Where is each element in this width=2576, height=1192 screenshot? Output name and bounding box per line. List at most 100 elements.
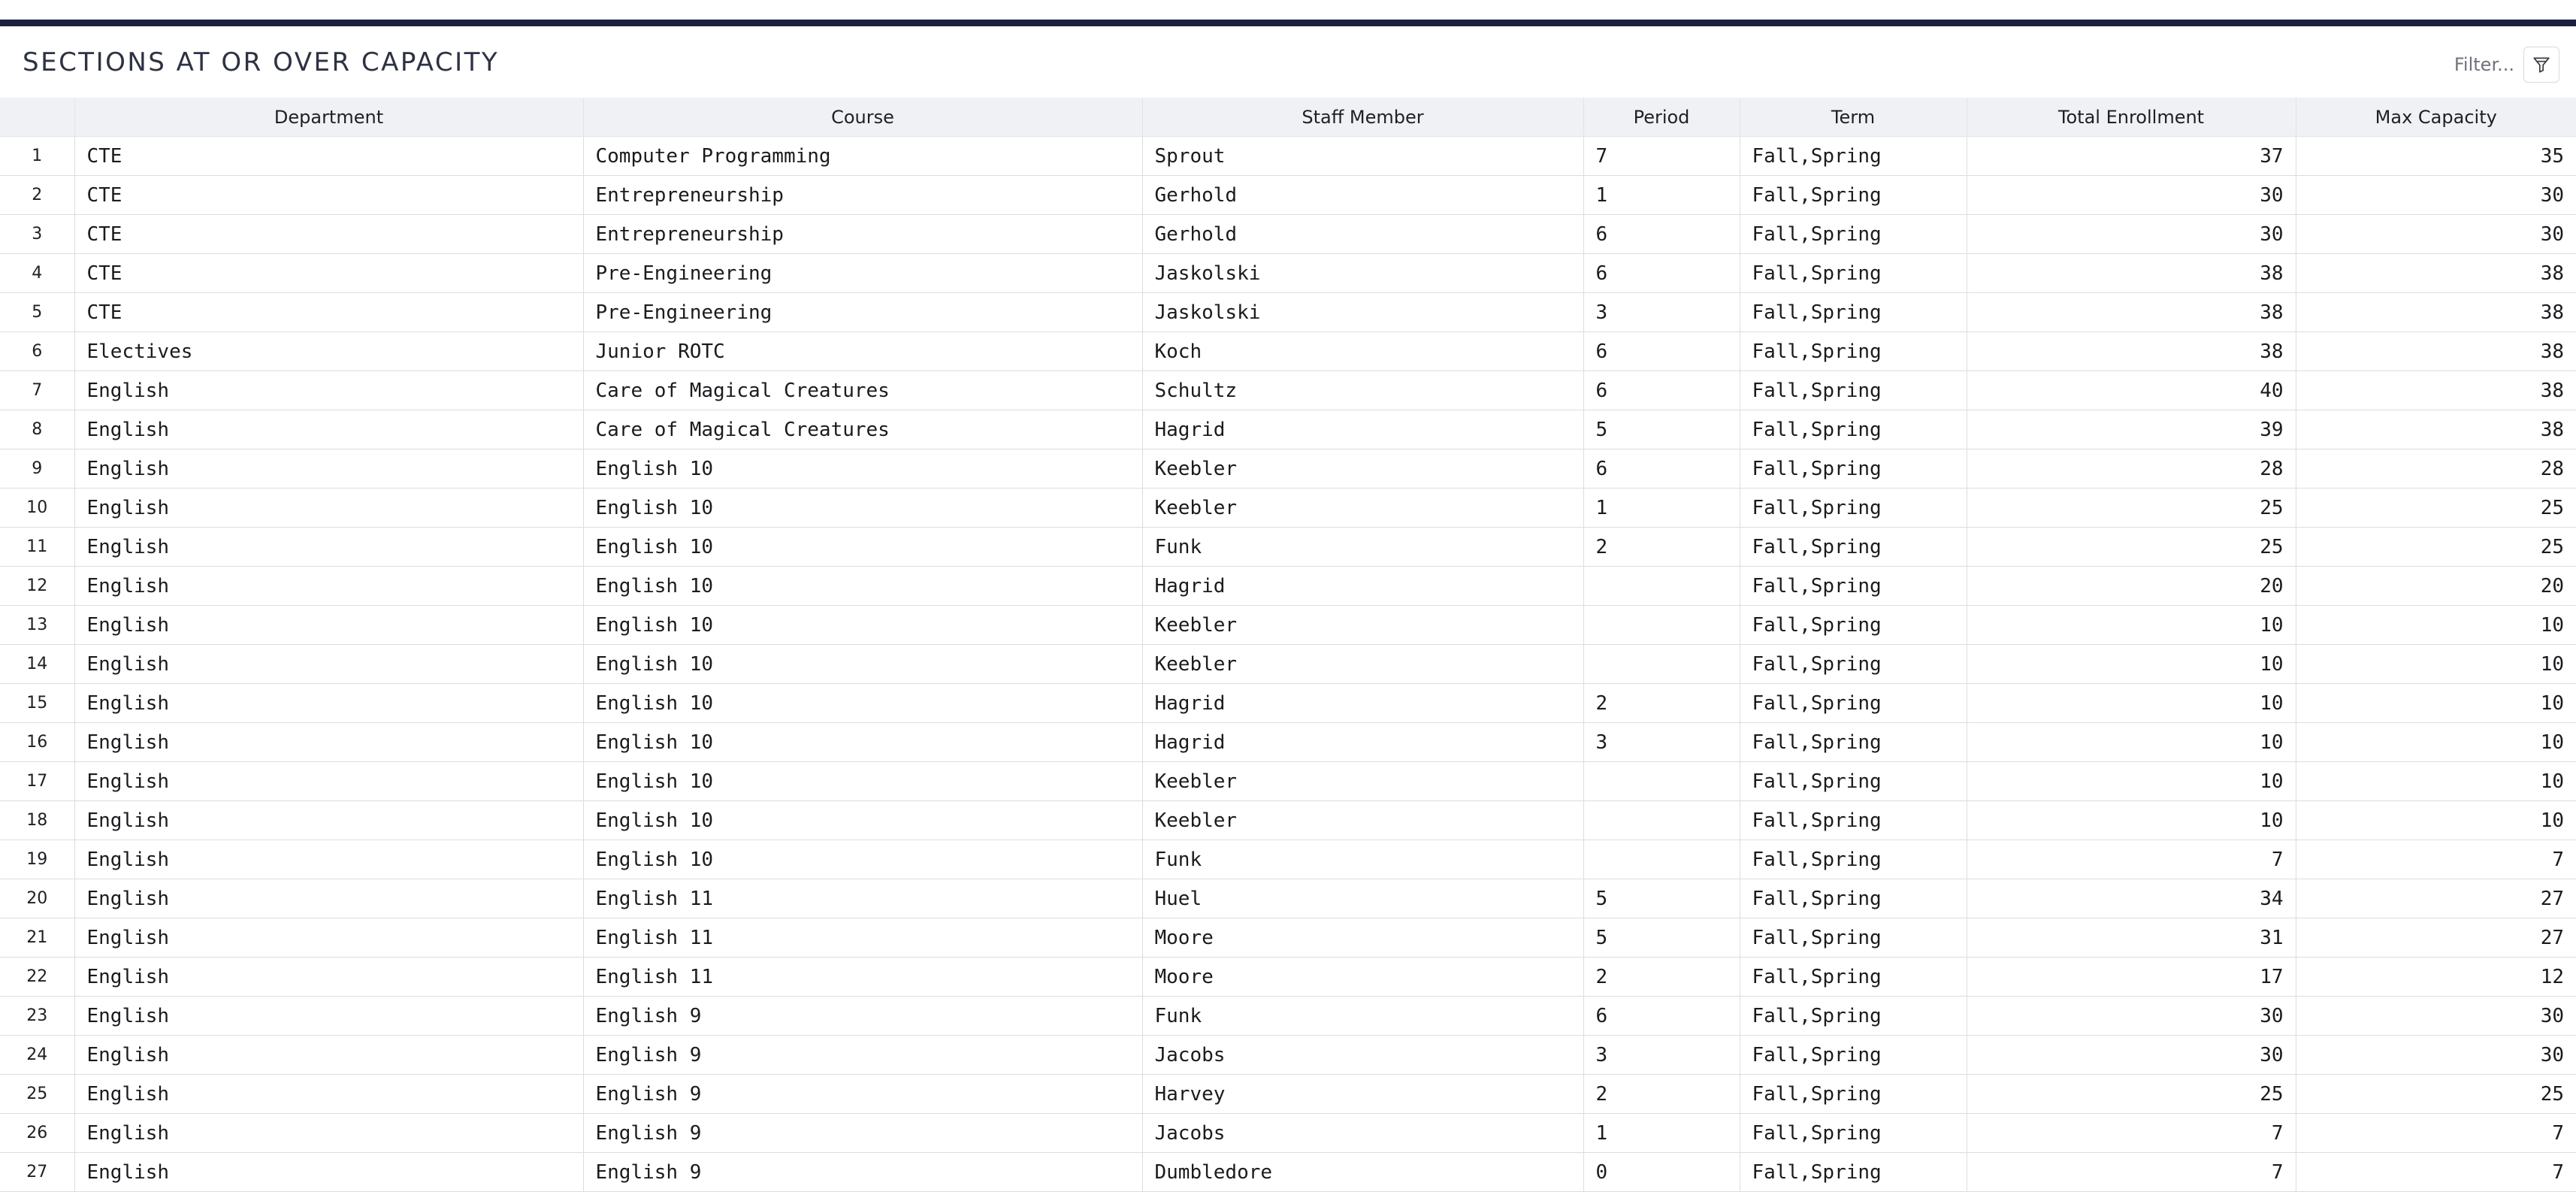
period-cell[interactable] — [1583, 605, 1740, 645]
period-cell[interactable]: 6 — [1583, 214, 1740, 254]
department-cell[interactable]: English — [74, 1113, 584, 1153]
staff-member-cell[interactable]: Keebler — [1142, 449, 1584, 489]
department-cell[interactable]: English — [74, 761, 584, 801]
staff-member-cell[interactable]: Sprout — [1142, 136, 1584, 176]
table-row[interactable]: 27 English English 9 Dumbledore 0 Fall,Spring… — [0, 1152, 2576, 1192]
row-number-cell[interactable]: 16 — [0, 722, 75, 762]
department-cell[interactable]: English — [74, 527, 584, 567]
department-cell[interactable]: CTE — [74, 136, 584, 176]
header-staff-member[interactable]: Staff Member — [1142, 98, 1584, 137]
total-enrollment-cell[interactable]: 10 — [1967, 800, 2296, 840]
total-enrollment-cell[interactable]: 39 — [1967, 410, 2296, 449]
table-row[interactable]: 22 English English 11 Moore 2 Fall,Spring 17 12 — [0, 957, 2576, 997]
max-capacity-cell[interactable]: 7 — [2296, 1152, 2576, 1192]
table-row[interactable]: 11 English English 10 Funk 2 Fall,Spring 25 25 — [0, 527, 2576, 567]
staff-member-cell[interactable]: Funk — [1142, 527, 1584, 567]
course-cell[interactable]: English 11 — [583, 918, 1143, 958]
term-cell[interactable]: Fall,Spring — [1740, 605, 1967, 645]
table-row[interactable]: 16 English English 10 Hagrid 3 Fall,Spring 10 1… — [0, 722, 2576, 762]
header-department[interactable]: Department — [74, 98, 584, 137]
period-cell[interactable]: 7 — [1583, 136, 1740, 176]
total-enrollment-cell[interactable]: 10 — [1967, 722, 2296, 762]
table-row[interactable]: 6 Electives Junior ROTC Koch 6 Fall,Spring 38 3… — [0, 331, 2576, 371]
max-capacity-cell[interactable]: 25 — [2296, 1074, 2576, 1114]
department-cell[interactable]: English — [74, 488, 584, 528]
table-row[interactable]: 21 English English 11 Moore 5 Fall,Spring 31 27 — [0, 918, 2576, 958]
total-enrollment-cell[interactable]: 31 — [1967, 918, 2296, 958]
row-number-cell[interactable]: 26 — [0, 1113, 75, 1153]
row-number-cell[interactable]: 18 — [0, 800, 75, 840]
filter-label[interactable]: Filter... — [2454, 54, 2514, 75]
term-cell[interactable]: Fall,Spring — [1740, 1074, 1967, 1114]
department-cell[interactable]: English — [74, 1152, 584, 1192]
max-capacity-cell[interactable]: 38 — [2296, 410, 2576, 449]
total-enrollment-cell[interactable]: 17 — [1967, 957, 2296, 997]
table-row[interactable]: 19 English English 10 Funk Fall,Spring 7 7 — [0, 840, 2576, 879]
staff-member-cell[interactable]: Huel — [1142, 879, 1584, 918]
filter-button[interactable] — [2523, 47, 2559, 83]
max-capacity-cell[interactable]: 27 — [2296, 879, 2576, 918]
course-cell[interactable]: English 10 — [583, 644, 1143, 684]
max-capacity-cell[interactable]: 38 — [2296, 292, 2576, 332]
period-cell[interactable] — [1583, 840, 1740, 879]
max-capacity-cell[interactable]: 7 — [2296, 1113, 2576, 1153]
table-row[interactable]: 23 English English 9 Funk 6 Fall,Spring 30 30 — [0, 996, 2576, 1036]
table-row[interactable]: 12 English English 10 Hagrid Fall,Spring 20 20 — [0, 566, 2576, 606]
total-enrollment-cell[interactable]: 37 — [1967, 136, 2296, 176]
staff-member-cell[interactable]: Jacobs — [1142, 1035, 1584, 1075]
department-cell[interactable]: English — [74, 918, 584, 958]
department-cell[interactable]: English — [74, 371, 584, 410]
term-cell[interactable]: Fall,Spring — [1740, 840, 1967, 879]
course-cell[interactable]: English 10 — [583, 840, 1143, 879]
row-number-cell[interactable]: 2 — [0, 175, 75, 215]
department-cell[interactable]: CTE — [74, 175, 584, 215]
row-number-cell[interactable]: 12 — [0, 566, 75, 606]
table-row[interactable]: 3 CTE Entrepreneurship Gerhold 6 Fall,Spring 3… — [0, 214, 2576, 254]
total-enrollment-cell[interactable]: 25 — [1967, 1074, 2296, 1114]
row-number-cell[interactable]: 19 — [0, 840, 75, 879]
table-row[interactable]: 14 English English 10 Keebler Fall,Spring 10 1… — [0, 644, 2576, 684]
max-capacity-cell[interactable]: 12 — [2296, 957, 2576, 997]
total-enrollment-cell[interactable]: 10 — [1967, 761, 2296, 801]
max-capacity-cell[interactable]: 25 — [2296, 527, 2576, 567]
department-cell[interactable]: CTE — [74, 292, 584, 332]
period-cell[interactable]: 2 — [1583, 1074, 1740, 1114]
department-cell[interactable]: CTE — [74, 214, 584, 254]
row-number-cell[interactable]: 8 — [0, 410, 75, 449]
staff-member-cell[interactable]: Hagrid — [1142, 722, 1584, 762]
total-enrollment-cell[interactable]: 7 — [1967, 1113, 2296, 1153]
staff-member-cell[interactable]: Keebler — [1142, 605, 1584, 645]
period-cell[interactable] — [1583, 566, 1740, 606]
course-cell[interactable]: English 9 — [583, 1035, 1143, 1075]
period-cell[interactable]: 5 — [1583, 918, 1740, 958]
max-capacity-cell[interactable]: 30 — [2296, 1035, 2576, 1075]
term-cell[interactable]: Fall,Spring — [1740, 957, 1967, 997]
table-row[interactable]: 4 CTE Pre-Engineering Jaskolski 6 Fall,Spring… — [0, 253, 2576, 293]
term-cell[interactable]: Fall,Spring — [1740, 527, 1967, 567]
header-period[interactable]: Period — [1583, 98, 1740, 137]
row-number-cell[interactable]: 15 — [0, 683, 75, 723]
term-cell[interactable]: Fall,Spring — [1740, 449, 1967, 489]
max-capacity-cell[interactable]: 25 — [2296, 488, 2576, 528]
staff-member-cell[interactable]: Moore — [1142, 957, 1584, 997]
period-cell[interactable]: 6 — [1583, 371, 1740, 410]
row-number-cell[interactable]: 10 — [0, 488, 75, 528]
table-row[interactable]: 17 English English 10 Keebler Fall,Spring 10 1… — [0, 761, 2576, 801]
staff-member-cell[interactable]: Moore — [1142, 918, 1584, 958]
department-cell[interactable]: CTE — [74, 253, 584, 293]
term-cell[interactable]: Fall,Spring — [1740, 331, 1967, 371]
course-cell[interactable]: English 10 — [583, 683, 1143, 723]
staff-member-cell[interactable]: Schultz — [1142, 371, 1584, 410]
header-total-enrollment[interactable]: Total Enrollment — [1967, 98, 2296, 137]
max-capacity-cell[interactable]: 30 — [2296, 214, 2576, 254]
staff-member-cell[interactable]: Hagrid — [1142, 410, 1584, 449]
term-cell[interactable]: Fall,Spring — [1740, 722, 1967, 762]
staff-member-cell[interactable]: Keebler — [1142, 800, 1584, 840]
term-cell[interactable]: Fall,Spring — [1740, 136, 1967, 176]
table-row[interactable]: 20 English English 11 Huel 5 Fall,Spring 34 27 — [0, 879, 2576, 918]
term-cell[interactable]: Fall,Spring — [1740, 683, 1967, 723]
term-cell[interactable]: Fall,Spring — [1740, 175, 1967, 215]
max-capacity-cell[interactable]: 35 — [2296, 136, 2576, 176]
staff-member-cell[interactable]: Jaskolski — [1142, 292, 1584, 332]
department-cell[interactable]: English — [74, 683, 584, 723]
